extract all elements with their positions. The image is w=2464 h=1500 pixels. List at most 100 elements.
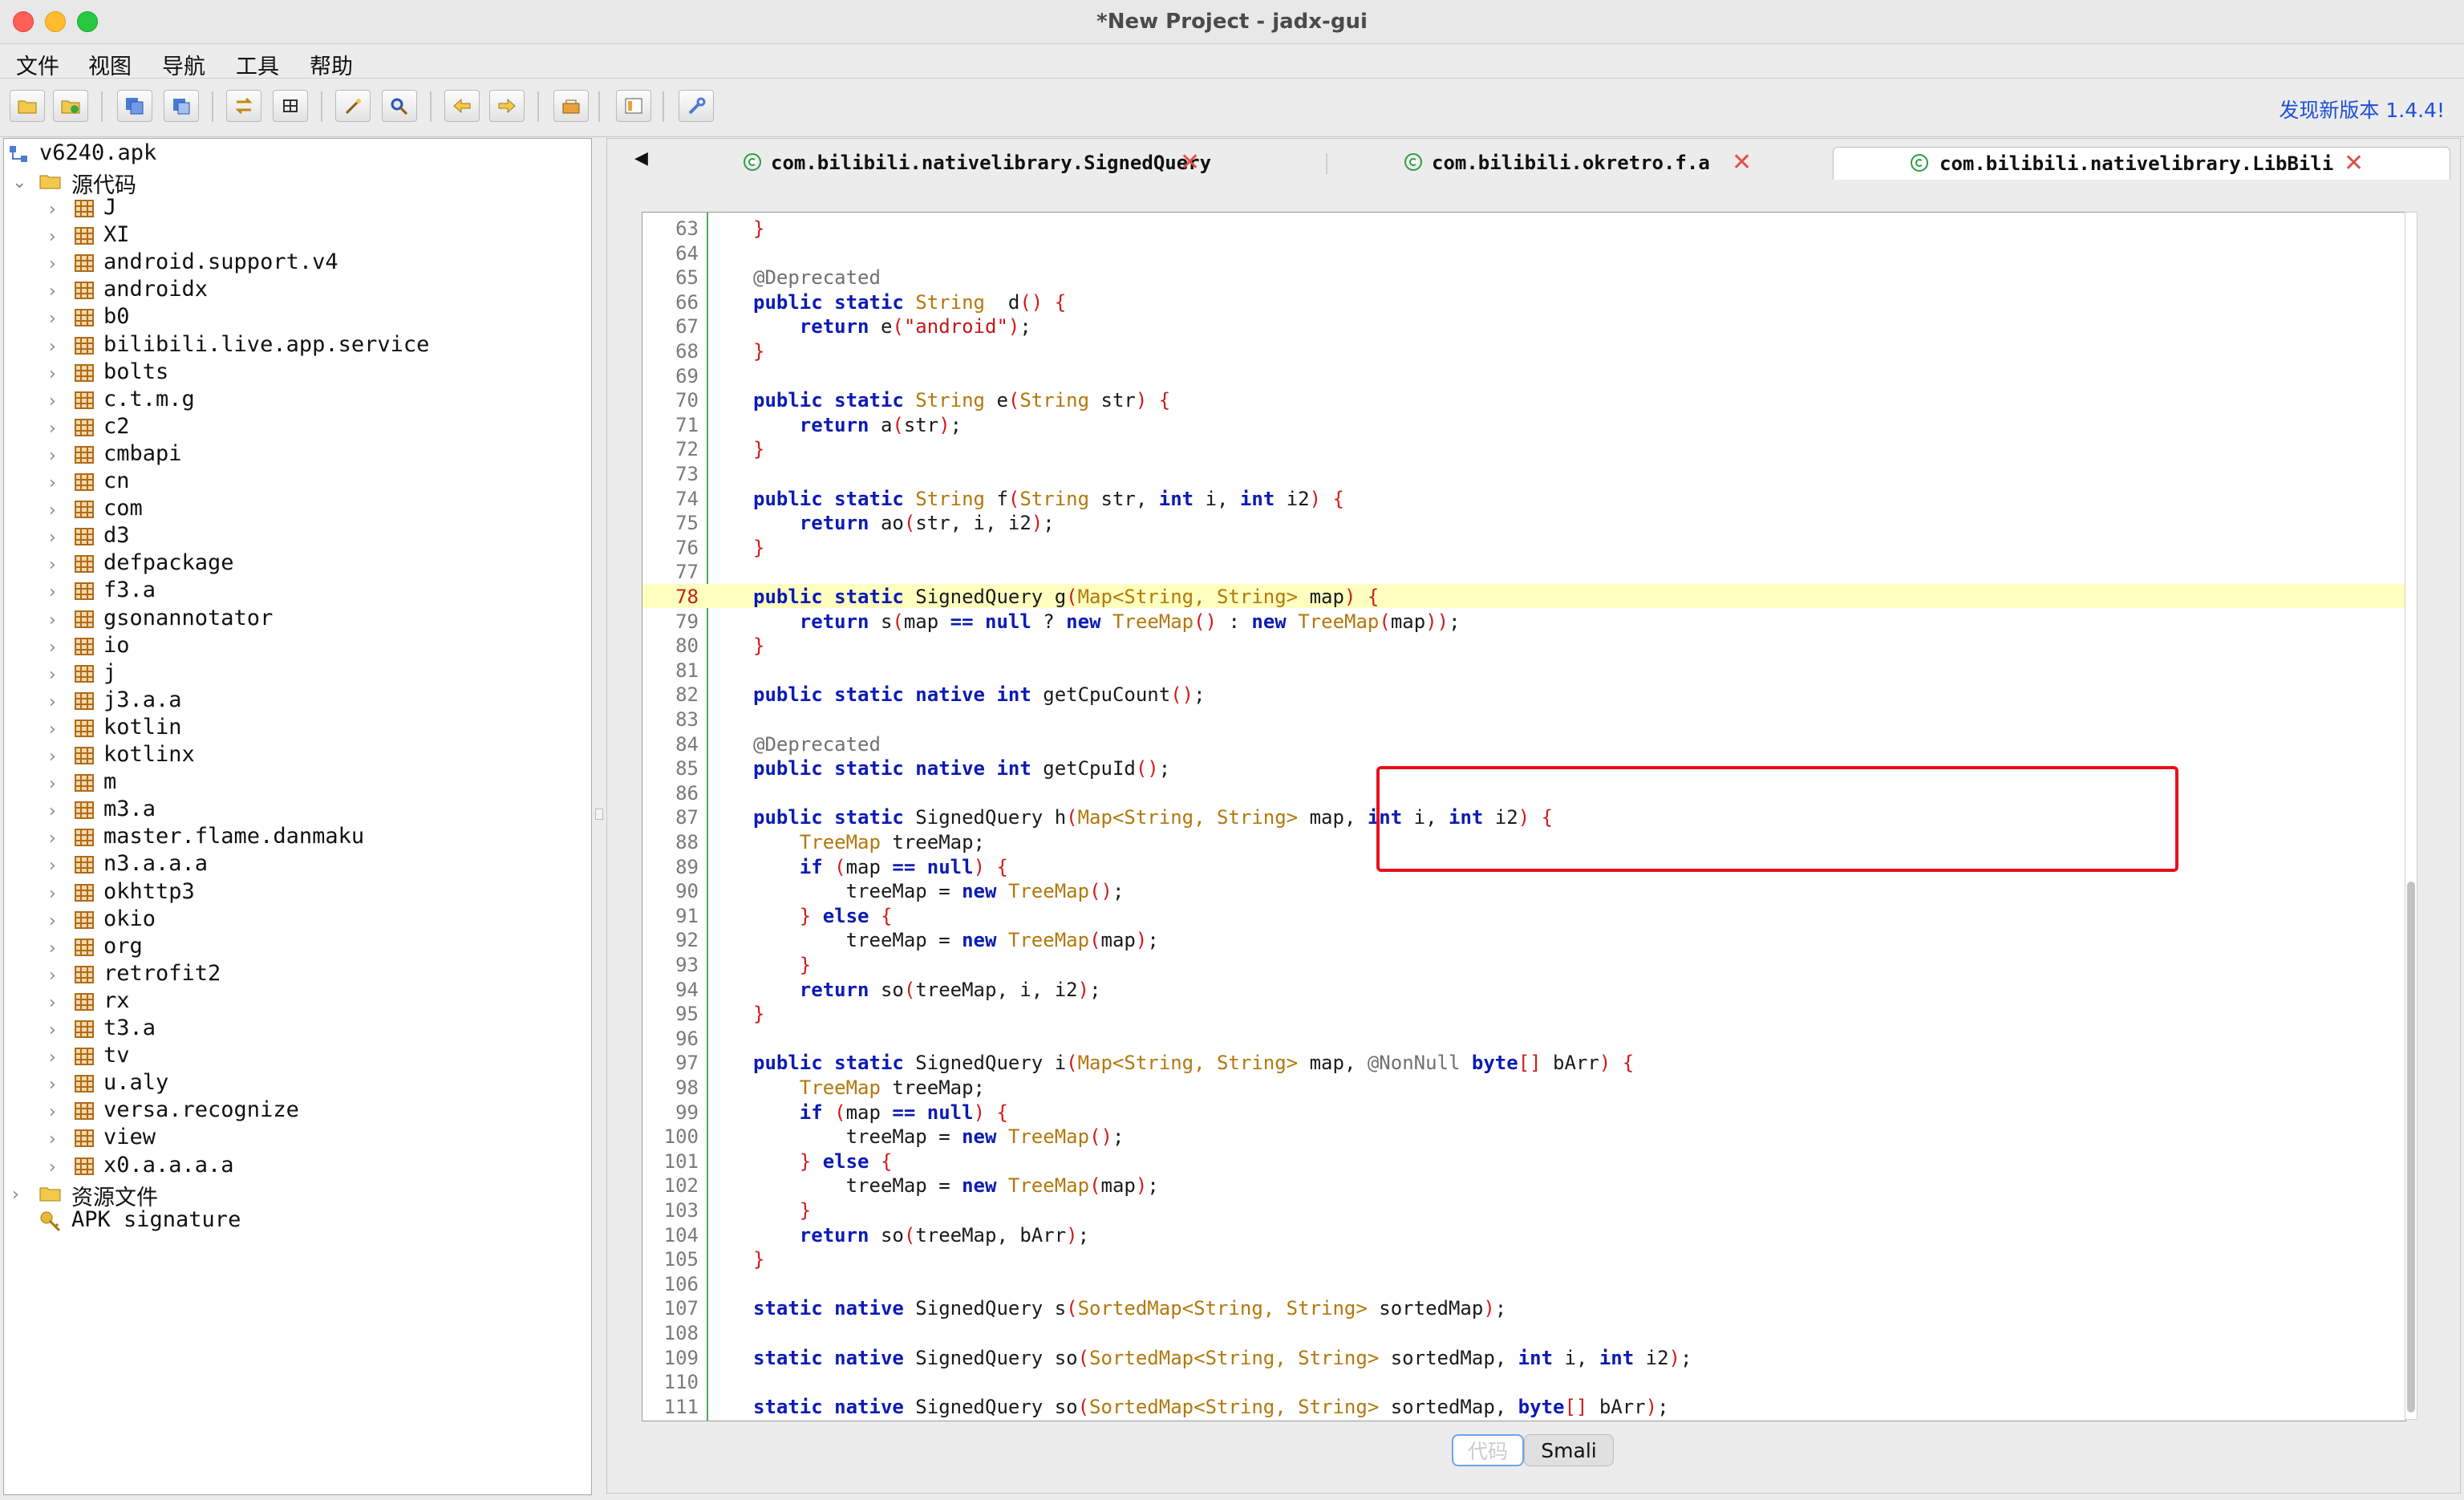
tab-signedquery[interactable]: com.bilibili.nativelibrary.SignedQuery ✕ xyxy=(744,147,1211,179)
code-line[interactable]: 103 } xyxy=(642,1198,2405,1222)
code-line[interactable]: 64 xyxy=(642,241,2405,265)
code-line[interactable]: 70 public static String e(String str) { xyxy=(642,387,2405,411)
splitter-grip[interactable] xyxy=(595,809,603,820)
code-line[interactable]: 108 xyxy=(642,1320,2405,1344)
code-line[interactable]: 77 xyxy=(642,559,2405,583)
tree-package-item[interactable]: › u.aly xyxy=(4,1070,591,1097)
tree-package-item[interactable]: › kotlin xyxy=(4,715,591,742)
code-line[interactable]: 82 public static native int getCpuCount()… xyxy=(642,682,2405,706)
code-view-tab[interactable]: 代码 xyxy=(1452,1434,1524,1466)
sync-button[interactable] xyxy=(226,90,261,122)
code-line-current[interactable]: 78 public static SignedQuery g(Map<String… xyxy=(642,584,2405,608)
chevron-right-icon[interactable]: › xyxy=(49,582,56,602)
menu-tools[interactable]: 工具 xyxy=(236,49,279,80)
chevron-right-icon[interactable]: › xyxy=(49,419,56,439)
tree-package-item[interactable]: › org xyxy=(4,934,591,961)
scrollbar-thumb[interactable] xyxy=(2407,882,2415,1413)
tree-package-item[interactable]: › XI xyxy=(4,222,591,249)
tree-root[interactable]: v6240.apk xyxy=(4,140,591,168)
code-line[interactable]: 74 public static String f(String str, int… xyxy=(642,486,2405,510)
tree-package-item[interactable]: › b0 xyxy=(4,304,591,331)
chevron-right-icon[interactable]: › xyxy=(49,856,56,876)
menu-navigate[interactable]: 导航 xyxy=(162,49,205,80)
code-line[interactable]: 84 @Deprecated xyxy=(642,732,2405,756)
chevron-right-icon[interactable]: › xyxy=(49,1129,56,1149)
chevron-right-icon[interactable]: › xyxy=(49,774,56,794)
code-line[interactable]: 76} xyxy=(642,535,2405,559)
code-line[interactable]: 90 treeMap = new TreeMap(); xyxy=(642,878,2405,902)
close-tab-icon[interactable]: ✕ xyxy=(1732,148,1752,176)
tree-package-item[interactable]: › c2 xyxy=(4,414,591,441)
code-line[interactable]: 94 return so(treeMap, i, i2); xyxy=(642,977,2405,1001)
code-line[interactable]: 73 xyxy=(642,461,2405,485)
chevron-right-icon[interactable]: › xyxy=(49,254,56,274)
code-line[interactable]: 63} xyxy=(642,216,2405,240)
chevron-right-icon[interactable]: › xyxy=(49,309,56,329)
menu-help[interactable]: 帮助 xyxy=(310,49,353,80)
chevron-right-icon[interactable]: › xyxy=(49,939,56,959)
tree-package-item[interactable]: › io xyxy=(4,633,591,660)
code-line[interactable]: 72} xyxy=(642,436,2405,460)
chevron-right-icon[interactable]: › xyxy=(49,227,56,247)
code-line[interactable]: 100 treeMap = new TreeMap(); xyxy=(642,1124,2405,1148)
tree-resources[interactable]: › 资源文件 xyxy=(4,1180,591,1210)
code-line[interactable]: 112} xyxy=(642,1418,2405,1421)
tab-libbili[interactable]: com.bilibili.nativelibrary.LibBili ✕ xyxy=(1833,147,2450,180)
code-line[interactable]: 93 } xyxy=(642,952,2405,976)
chevron-right-icon[interactable]: › xyxy=(49,200,56,220)
tree-package-item[interactable]: › view xyxy=(4,1125,591,1152)
tree-package-item[interactable]: › gsonannotator xyxy=(4,606,591,633)
code-line[interactable]: 99 if (map == null) { xyxy=(642,1100,2405,1124)
code-line[interactable]: 65 @Deprecated xyxy=(642,265,2405,289)
tree-package-item[interactable]: › cmbapi xyxy=(4,441,591,468)
chevron-right-icon[interactable]: › xyxy=(49,555,56,575)
code-line[interactable]: 83 xyxy=(642,707,2405,731)
tree-package-item[interactable]: › com xyxy=(4,496,591,523)
close-tab-icon[interactable]: ✕ xyxy=(1180,148,1200,176)
back-button[interactable] xyxy=(444,90,480,122)
flatten-button[interactable] xyxy=(273,90,308,122)
smali-view-tab[interactable]: Smali xyxy=(1524,1434,1614,1466)
panel-splitter[interactable] xyxy=(592,138,605,1494)
chevron-right-icon[interactable]: › xyxy=(49,1157,56,1178)
code-line[interactable]: 91 } else { xyxy=(642,903,2405,927)
chevron-right-icon[interactable]: › xyxy=(49,391,56,411)
code-vertical-scrollbar[interactable] xyxy=(2405,212,2417,1420)
chevron-right-icon[interactable]: › xyxy=(49,692,56,712)
tree-package-item[interactable]: › d3 xyxy=(4,523,591,550)
tree-package-item[interactable]: › androidx xyxy=(4,277,591,304)
chevron-right-icon[interactable]: › xyxy=(49,829,56,849)
chevron-right-icon[interactable]: › xyxy=(49,501,56,521)
tree-package-item[interactable]: › defpackage xyxy=(4,550,591,578)
tree-package-item[interactable]: › j3.a.a xyxy=(4,687,591,715)
code-line[interactable]: 68} xyxy=(642,339,2405,363)
tree-package-item[interactable]: › j xyxy=(4,660,591,687)
chevron-right-icon[interactable]: › xyxy=(49,801,56,821)
tree-package-item[interactable]: › x0.a.a.a.a xyxy=(4,1153,591,1180)
settings-button[interactable] xyxy=(679,90,714,122)
code-line[interactable]: 101 } else { xyxy=(642,1149,2405,1173)
add-file-button[interactable] xyxy=(53,90,88,122)
code-line[interactable]: 66 public static String d() { xyxy=(642,290,2405,314)
code-line[interactable]: 75 return ao(str, i, i2); xyxy=(642,510,2405,534)
tree-source-folder[interactable]: ⌄ 源代码 xyxy=(4,168,591,198)
tree-package-item[interactable]: › tv xyxy=(4,1043,591,1070)
chevron-right-icon[interactable]: › xyxy=(49,747,56,767)
code-line[interactable]: 95} xyxy=(642,1001,2405,1025)
chevron-right-icon[interactable]: › xyxy=(49,1102,56,1122)
tree-package-item[interactable]: › versa.recognize xyxy=(4,1097,591,1125)
chevron-right-icon[interactable]: › xyxy=(49,1020,56,1040)
wand-button[interactable] xyxy=(335,90,371,122)
search-button[interactable] xyxy=(382,90,417,122)
code-line[interactable]: 96 xyxy=(642,1026,2405,1050)
save-all-button[interactable] xyxy=(117,90,152,122)
code-line[interactable]: 71 return a(str); xyxy=(642,412,2405,436)
code-line[interactable]: 111 static native SignedQuery so(SortedMa… xyxy=(642,1394,2405,1418)
code-line[interactable]: 105} xyxy=(642,1247,2405,1271)
chevron-right-icon[interactable]: › xyxy=(49,884,56,904)
tree-package-item[interactable]: › t3.a xyxy=(4,1016,591,1043)
menu-view[interactable]: 视图 xyxy=(88,49,132,80)
tree-package-item[interactable]: › retrofit2 xyxy=(4,961,591,988)
chevron-right-icon[interactable]: › xyxy=(49,993,56,1013)
tab-scroll-left-icon[interactable]: ◀ xyxy=(634,148,648,168)
